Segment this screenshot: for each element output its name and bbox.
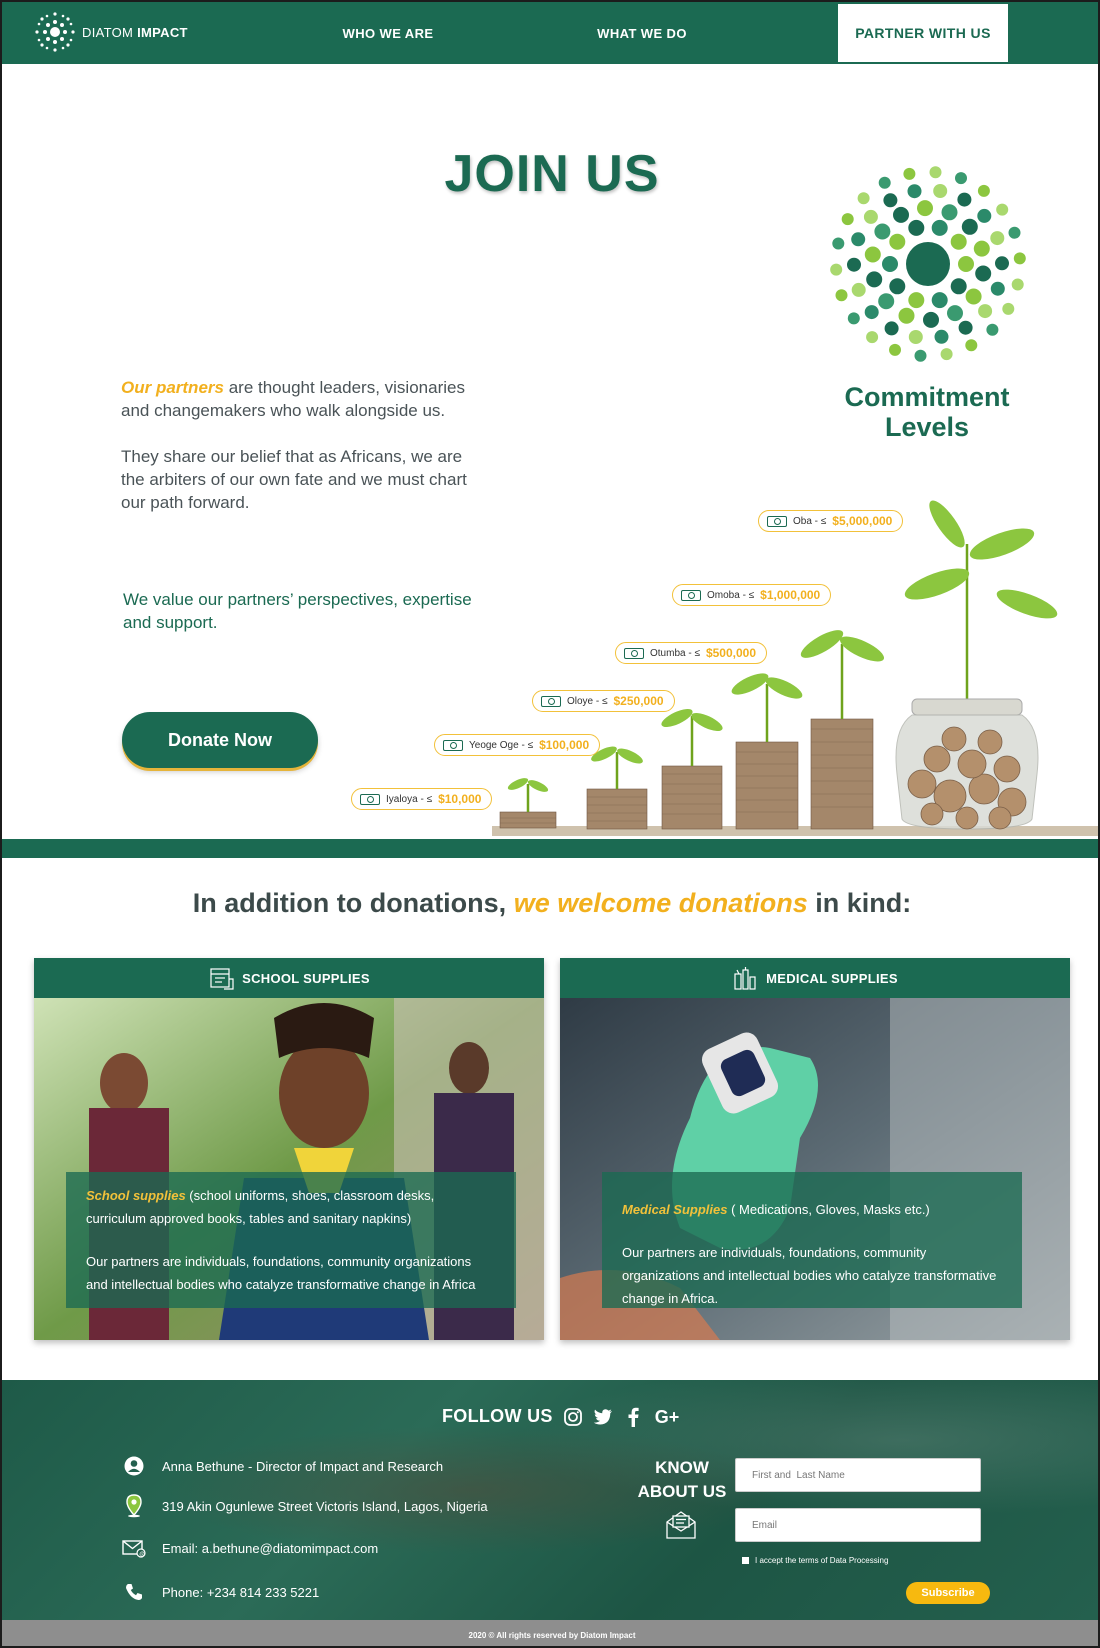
school-supplies-icon [210,968,234,990]
money-icon [360,793,380,805]
diatom-logo-icon [35,12,75,52]
facebook-icon[interactable] [622,1406,644,1428]
tier-yeoge-oge: Yeoge Oge - ≤ $100,000 [434,734,601,756]
medical-supplies-partners: Our partners are individuals, foundation… [622,1245,997,1306]
email-field[interactable] [735,1508,981,1542]
school-supplies-card: SCHOOL SUPPLIES School supplies (school … [34,958,544,1340]
subscribe-button[interactable]: Subscribe [906,1582,990,1604]
svg-text:@: @ [139,1551,145,1557]
inkind-title: In addition to donations, we welcome don… [192,888,912,918]
school-supplies-overlay: School supplies (school uniforms, shoes,… [66,1172,516,1308]
nav-who-we-are[interactable]: WHO WE ARE [308,2,468,64]
medical-supplies-header: MEDICAL SUPPLIES [560,958,1070,998]
commitment-levels-title: Commitment Levels [844,382,1010,442]
email-icon: @ [122,1536,146,1560]
tier-omoba: Omoba - ≤ $1,000,000 [672,584,832,606]
partners-value-text: We value our partners’ perspectives, exp… [123,590,472,632]
social-links: G+ [562,1406,682,1428]
nav-what-we-do[interactable]: WHAT WE DO [562,2,722,64]
commitment-burst-icon [830,166,1026,362]
donate-now-button[interactable]: Donate Now [122,712,318,768]
medical-supplies-desc: Medical Supplies ( Medications, Gloves, … [622,1202,930,1217]
growing-coins-illustration [492,500,1098,836]
instagram-icon[interactable] [562,1406,584,1428]
location-pin-icon [122,1494,146,1518]
name-field[interactable] [735,1458,981,1492]
twitter-icon[interactable] [592,1406,614,1428]
terms-checkbox-row[interactable]: I accept the terms of Data Processing [742,1556,888,1565]
school-supplies-desc: School supplies (school uniforms, shoes,… [86,1188,435,1226]
phone-icon [122,1580,146,1604]
google-plus-icon[interactable]: G+ [652,1406,682,1428]
money-icon [541,695,561,707]
tier-otumba: Otumba - ≤ $500,000 [615,642,768,664]
tier-oba: Oba - ≤ $5,000,000 [758,510,904,532]
user-icon [122,1454,146,1478]
hero-section: JOIN US Our partners are thought leaders… [2,64,1098,839]
contact-person: Anna Bethune - Director of Impact and Re… [122,1454,443,1478]
partners-intro-text: Our partners are thought leaders, vision… [121,378,465,420]
copyright-bar: 2020 © All rights reserved by Diatom Imp… [2,1620,1098,1646]
contact-email[interactable]: @ Email: a.bethune@diatomimpact.com [122,1536,378,1560]
nav-partner-with-us[interactable]: PARTNER WITH US [838,4,1008,62]
school-supplies-header: SCHOOL SUPPLIES [34,958,544,998]
newsletter-envelope-icon [666,1511,696,1539]
follow-us-label: FOLLOW US [442,1406,553,1426]
footer: FOLLOW US G+ Anna Bethune - Director of … [2,1380,1098,1620]
money-icon [767,515,787,527]
logo[interactable]: DIATOM IMPACT [32,9,188,55]
money-icon [681,589,701,601]
contact-address: 319 Akin Ogunlewe Street Victoris Island… [122,1494,488,1518]
tier-oloye: Oloye - ≤ $250,000 [532,690,675,712]
know-about-us-title: KNOW ABOUT US [637,1458,727,1501]
partners-belief-text: They share our belief that as Africans, … [121,447,467,512]
school-supplies-partners: Our partners are individuals, foundation… [86,1254,476,1292]
tier-iyaloya: Iyaloya - ≤ $10,000 [351,788,493,810]
page-frame: DIATOM IMPACT WHO WE ARE WHAT WE DO PART… [0,0,1100,1648]
money-icon [624,647,644,659]
terms-checkbox[interactable] [742,1557,749,1564]
top-navigation: DIATOM IMPACT WHO WE ARE WHAT WE DO PART… [2,2,1098,64]
money-icon [443,739,463,751]
section-divider [2,839,1098,858]
partners-accent: Our partners [121,378,224,397]
medical-supplies-icon [734,967,756,990]
medical-supplies-card: MEDICAL SUPPLIES Medical Supplies ( Medi… [560,958,1070,1340]
contact-phone[interactable]: Phone: +234 814 233 5221 [122,1580,319,1604]
logo-text: DIATOM IMPACT [82,24,188,40]
medical-supplies-overlay: Medical Supplies ( Medications, Gloves, … [602,1172,1022,1308]
